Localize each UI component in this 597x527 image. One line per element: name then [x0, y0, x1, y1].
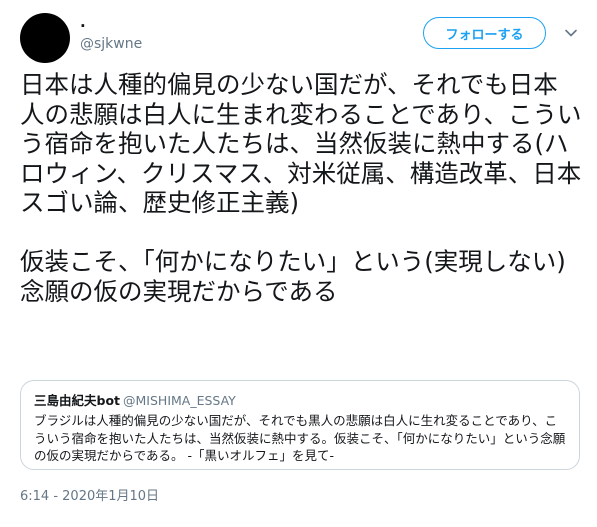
quoted-tweet-handle: @MISHIMA_ESSAY: [123, 393, 236, 408]
quoted-tweet-author: 三島由紀夫bot @MISHIMA_ESSAY: [34, 393, 236, 409]
tweet-text: 日本は人種的偏見の少ない国だが、それでも日本人の悲願は白人に生まれ変わることであ…: [20, 70, 582, 306]
user-handle[interactable]: @sjkwne: [80, 34, 142, 54]
tweet-card: . @sjkwne フォローする 日本は人種的偏見の少ない国だが、それでも日本人…: [0, 0, 597, 527]
chevron-down-icon[interactable]: [564, 26, 578, 40]
display-name[interactable]: .: [80, 12, 86, 32]
quoted-tweet-name: 三島由紀夫bot: [34, 393, 121, 408]
tweet-timestamp[interactable]: 6:14 - 2020年1月10日: [20, 488, 159, 506]
quoted-tweet-text: ブラジルは人種的偏見の少ない国だが、それでも黒人の悲願は白人に生れ変ることであり…: [34, 413, 566, 463]
quoted-tweet[interactable]: 三島由紀夫bot @MISHIMA_ESSAY ブラジルは人種的偏見の少ない国だが…: [20, 380, 580, 470]
follow-button[interactable]: フォローする: [423, 17, 546, 49]
avatar[interactable]: [20, 13, 70, 63]
